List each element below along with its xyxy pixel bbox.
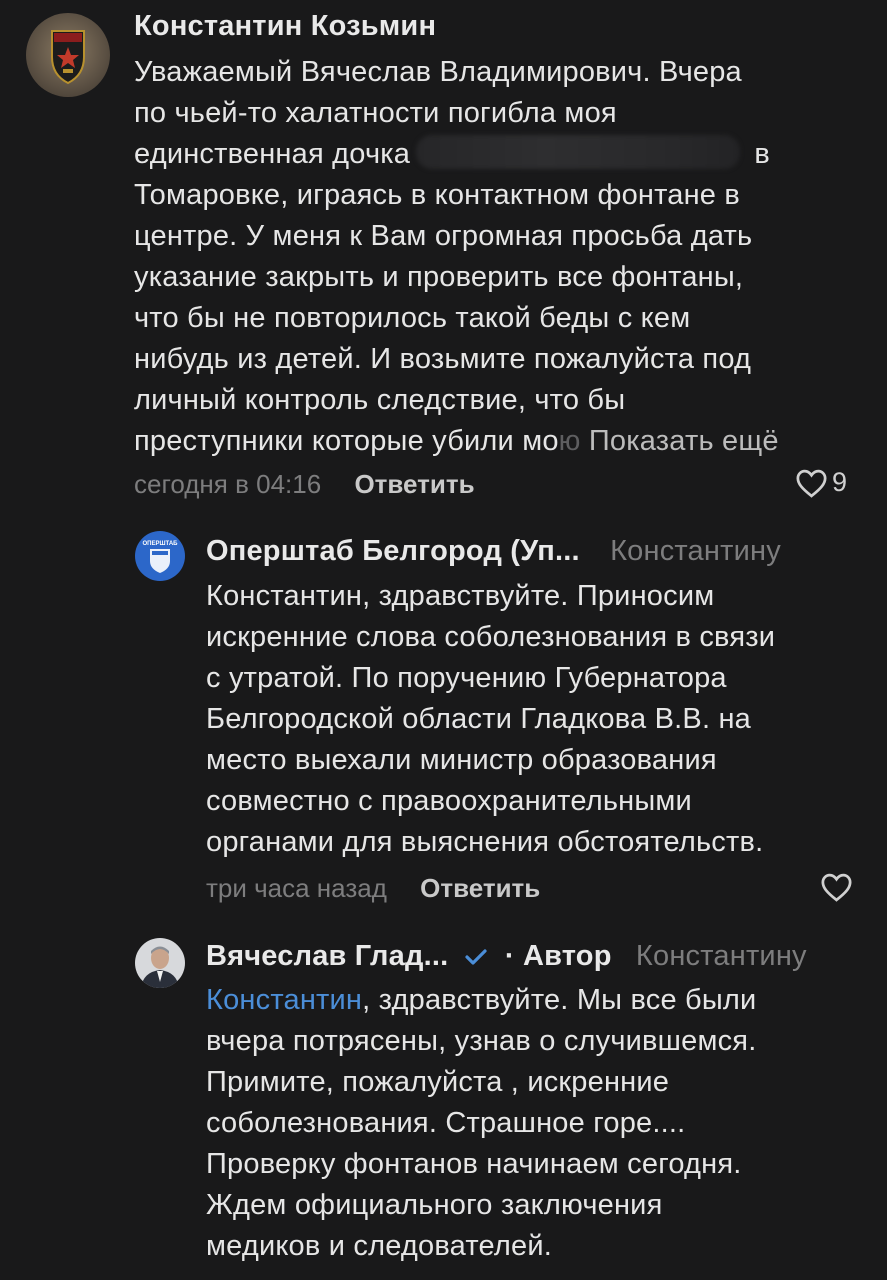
heart-icon xyxy=(796,469,827,498)
text-line: Константин, здравствуйте. Приносим xyxy=(206,580,715,612)
comment-time: сегодня в 04:16 xyxy=(134,469,322,499)
text-line: преступники которые убили мою Показать е… xyxy=(134,425,779,457)
text-line: вчера потрясены, узнав о случившемся. xyxy=(206,1025,757,1057)
text-line: искренние слова соболезнования в связи xyxy=(206,621,776,653)
comment-text: Константин, здравствуйте. Приносим искре… xyxy=(206,576,876,863)
comment-author[interactable]: Константин Козьмин xyxy=(134,10,436,43)
text-line: с утратой. По поручению Губернатора xyxy=(206,662,727,694)
comment-time: три часа назад xyxy=(206,873,387,903)
svg-text:ОПЕРШТАБ: ОПЕРШТАБ xyxy=(143,541,179,547)
text-line: центре. У меня к Вам огромная просьба да… xyxy=(134,220,753,252)
text-line: органами для выяснения обстоятельств. xyxy=(206,826,764,858)
text-line: совместно с правоохранительными xyxy=(206,785,692,817)
like-button[interactable] xyxy=(820,872,853,902)
text-line: Уважаемый Вячеслав Владимирович. Вчера xyxy=(134,56,742,88)
text-line: Константин, здравствуйте. Мы все были xyxy=(206,984,757,1016)
text-line: место выехали министр образования xyxy=(206,744,717,776)
person-photo-icon xyxy=(141,946,179,988)
reply-button[interactable]: Ответить xyxy=(420,873,540,903)
text-line: по чьей-то халатности погибла моя xyxy=(134,97,617,129)
comment-text: Уважаемый Вячеслав Владимирович. Вчера п… xyxy=(134,52,874,462)
reply-button[interactable]: Ответить xyxy=(354,469,474,499)
reply-to[interactable]: Константину xyxy=(636,940,807,972)
author-badge: · Автор xyxy=(504,940,612,972)
text-line: Примите, пожалуйста , искренние xyxy=(206,1066,670,1098)
comment-text: Константин, здравствуйте. Мы все были вч… xyxy=(206,980,876,1267)
heart-icon xyxy=(821,873,852,902)
text-line: Проверку фонтанов начинаем сегодня. xyxy=(206,1148,742,1180)
text-line: нибудь из детей. И возьмите пожалуйста п… xyxy=(134,343,752,375)
text-line: Ждем официального заключения xyxy=(206,1189,663,1221)
redacted-name xyxy=(416,135,741,169)
text-line: единственная дочка в xyxy=(134,134,874,175)
like-count: 9 xyxy=(832,467,848,497)
text-line: что бы не повторилось такой беды с кем xyxy=(134,302,691,334)
show-more-link[interactable]: Показать ещё xyxy=(589,425,779,457)
text-line: указание закрыть и проверить все фонтаны… xyxy=(134,261,744,293)
comment-author[interactable]: Вячеслав Глад... · Автор Константину xyxy=(206,940,807,973)
avatar[interactable]: ОПЕРШТАБ xyxy=(135,531,185,581)
text-line: Белгородской области Гладкова В.В. на xyxy=(206,703,752,735)
shield-emblem-icon xyxy=(51,30,85,85)
like-button[interactable]: 9 xyxy=(795,467,847,498)
checkmark-icon xyxy=(465,949,487,965)
opershtab-logo-icon: ОПЕРШТАБ xyxy=(143,541,179,573)
avatar[interactable] xyxy=(26,13,110,97)
mention-link[interactable]: Константин xyxy=(206,984,362,1016)
text-line: медиков и следователей. xyxy=(206,1230,552,1262)
text-line: личный контроль следствие, что бы xyxy=(134,384,626,416)
avatar[interactable] xyxy=(135,938,185,988)
comment-author[interactable]: Оперштаб Белгород (Уп... Константину xyxy=(206,535,781,568)
reply-to[interactable]: Константину xyxy=(610,535,781,567)
text-line: соболезнования. Страшное горе.... xyxy=(206,1107,686,1139)
text-line: Томаровке, играясь в контактном фонтане … xyxy=(134,179,740,211)
